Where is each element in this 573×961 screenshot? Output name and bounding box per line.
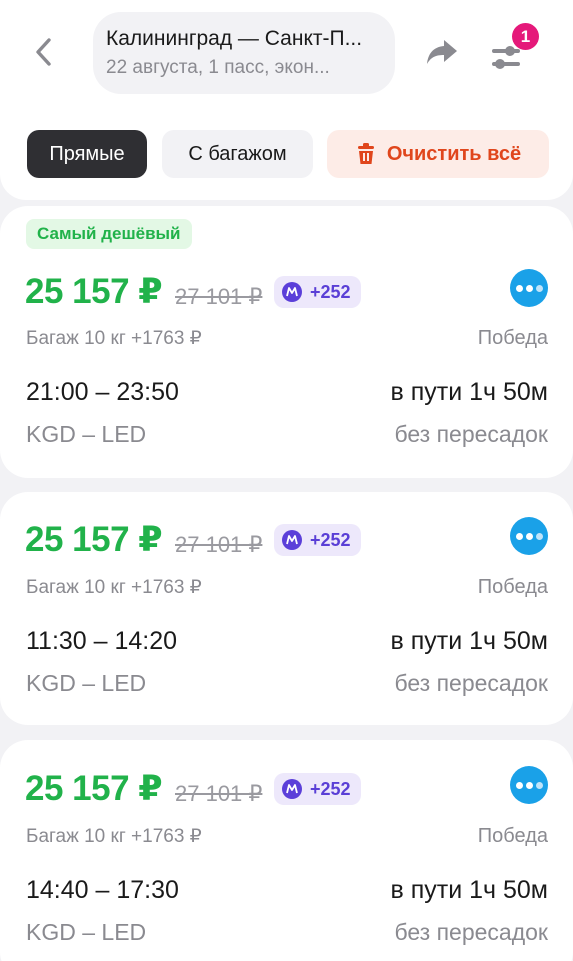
airline-name: Победа [477,576,548,598]
old-price: 27 101 ₽ [175,781,263,806]
flight-card[interactable]: 25 157 ₽ 27 101 ₽ +252 Багаж 10 кг +1763… [0,492,573,725]
flight-card[interactable]: 25 157 ₽ 27 101 ₽ +252 Багаж 10 кг +1763… [0,740,573,961]
share-button[interactable] [422,34,462,70]
chip-label: Очистить всё [386,142,522,165]
old-price: 27 101 ₽ [175,284,263,309]
search-header: Калининград — Санкт-П... 22 августа, 1 п… [0,0,573,200]
clear-all-button[interactable]: Очистить всё [327,130,549,178]
baggage-info: Багаж 10 кг +1763 ₽ [26,328,202,349]
bonus-m-icon [282,530,302,550]
old-price: 27 101 ₽ [175,532,263,557]
airport-codes: KGD – LED [26,670,147,696]
chevron-left-icon [36,38,51,66]
bonus-value: +252 [310,529,351,550]
stops-info: без пересадок [394,670,548,696]
trash-icon [357,143,374,164]
baggage-info: Багаж 10 кг +1763 ₽ [26,577,202,598]
baggage-info: Багаж 10 кг +1763 ₽ [26,826,202,847]
price: 25 157 ₽ [25,272,163,311]
bonus-value: +252 [310,778,351,799]
chip-label: С багажом [188,142,287,165]
flight-duration: в пути 1ч 50м [390,627,549,655]
filter-chip-baggage[interactable]: С багажом [162,130,313,178]
airport-codes: KGD – LED [26,421,147,447]
bonus-points: +252 [274,773,361,805]
flight-duration: в пути 1ч 50м [390,378,549,406]
stops-info: без пересадок [394,421,548,447]
airline-name: Победа [477,327,548,349]
bonus-points: +252 [274,276,361,308]
bonus-value: +252 [310,281,351,302]
route-subtitle: 22 августа, 1 пасс, экон... [106,57,330,78]
bonus-m-icon [282,779,302,799]
share-arrow-icon [427,40,457,64]
airport-codes: KGD – LED [26,919,147,945]
filter-chip-direct[interactable]: Прямые [27,130,147,178]
stops-info: без пересадок [394,919,548,945]
route-title: Калининград — Санкт-П... [106,27,363,50]
flight-duration: в пути 1ч 50м [390,876,549,904]
bonus-points: +252 [274,524,361,556]
flight-times: 11:30 – 14:20 [26,627,178,655]
chip-label: Прямые [49,142,125,165]
airline-logo-icon [510,269,548,307]
flight-card[interactable]: Самый дешёвый 25 157 ₽ 27 101 ₽ +252 Баг… [0,206,573,478]
airline-logo-icon [510,517,548,555]
cheapest-tag: Самый дешёвый [26,219,192,249]
filter-count-badge: 1 [512,23,539,50]
price: 25 157 ₽ [25,520,163,559]
back-button[interactable] [26,34,62,70]
flight-times: 14:40 – 17:30 [26,876,179,904]
route-summary-button[interactable]: Калининград — Санкт-П... 22 августа, 1 п… [93,12,395,94]
bonus-m-icon [282,282,302,302]
airline-logo-icon [510,766,548,804]
airline-name: Победа [477,825,548,847]
price: 25 157 ₽ [25,769,163,808]
flight-times: 21:00 – 23:50 [26,378,179,406]
